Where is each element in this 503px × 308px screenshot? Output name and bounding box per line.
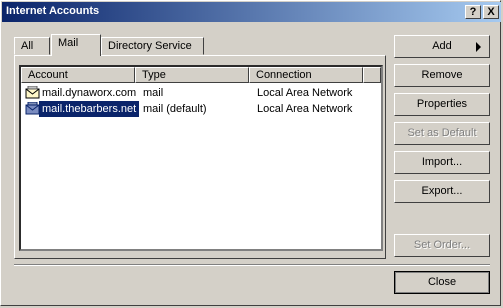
account-type: mail [143, 87, 164, 99]
mail-account-icon [25, 86, 40, 99]
column-header-connection[interactable]: Connection [249, 67, 363, 83]
account-connection: Local Area Network [257, 103, 353, 115]
account-type: mail (default) [143, 103, 207, 115]
submenu-arrow-icon [476, 42, 481, 52]
close-button[interactable]: Close [394, 271, 490, 294]
column-header-filler [363, 67, 381, 83]
add-button[interactable]: Add [394, 35, 490, 58]
account-name: mail.thebarbers.net [39, 101, 140, 117]
properties-button[interactable]: Properties [394, 93, 490, 116]
export-button[interactable]: Export... [394, 180, 490, 203]
column-header-type[interactable]: Type [135, 67, 249, 83]
accounts-list[interactable]: Account Type Connection mail.dynaworx.co… [19, 65, 383, 251]
close-window-button[interactable]: X [483, 5, 499, 19]
import-button[interactable]: Import... [394, 151, 490, 174]
set-as-default-button[interactable]: Set as Default [394, 122, 490, 145]
account-connection: Local Area Network [257, 87, 353, 99]
set-order-button[interactable]: Set Order... [394, 234, 490, 257]
account-name: mail.dynaworx.com [42, 87, 137, 99]
help-button[interactable]: ? [465, 5, 481, 19]
tab-mail[interactable]: Mail [51, 34, 101, 56]
tab-directory-service[interactable]: Directory Service [101, 37, 204, 55]
window-title: Internet Accounts [6, 5, 100, 17]
title-bar[interactable]: Internet Accounts ? X [2, 2, 501, 22]
list-item[interactable]: mail.dynaworx.com mail Local Area Networ… [23, 85, 379, 101]
internet-accounts-dialog: Internet Accounts ? X All Mail Directory… [0, 0, 501, 306]
add-label: Add [432, 40, 452, 52]
tab-all[interactable]: All [14, 37, 50, 55]
list-item[interactable]: mail.thebarbers.net mail (default) Local… [23, 101, 379, 117]
remove-button[interactable]: Remove [394, 64, 490, 87]
mail-account-icon [25, 102, 40, 115]
divider [14, 264, 490, 266]
column-header-account[interactable]: Account [21, 67, 135, 83]
